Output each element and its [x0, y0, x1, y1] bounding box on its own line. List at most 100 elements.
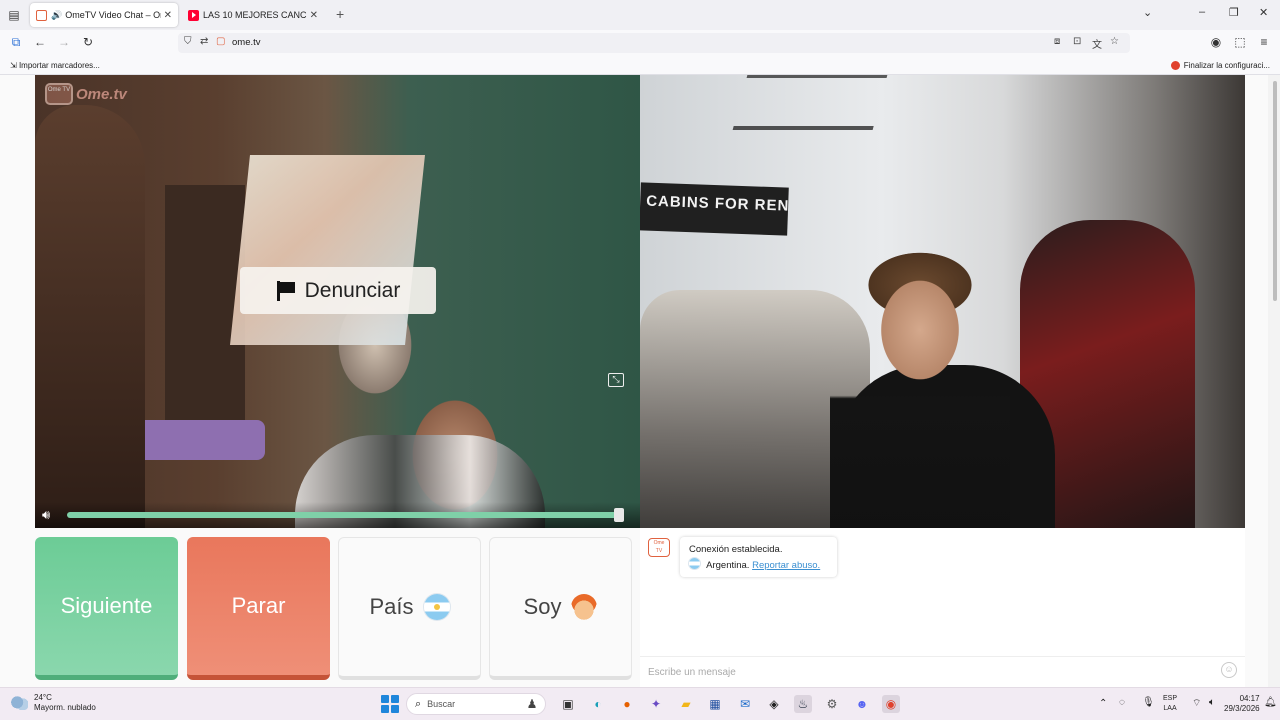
- volume-slider[interactable]: [67, 512, 621, 518]
- argentina-flag-icon: [423, 594, 450, 620]
- task-view-icon[interactable]: ▣: [559, 695, 577, 713]
- stop-label: Parar: [231, 593, 286, 618]
- ometv-chat-icon: Ome TV: [648, 538, 670, 557]
- import-icon: ⇲: [10, 61, 17, 70]
- report-abuse-link[interactable]: Reportar abuso.: [752, 560, 820, 571]
- tab-overflow-chevron-icon[interactable]: ⌄: [1143, 6, 1152, 19]
- finish-setup-label: Finalizar la configuraci...: [1183, 61, 1270, 70]
- gender-button[interactable]: Soy: [489, 537, 632, 680]
- steam-icon[interactable]: ♨: [794, 695, 812, 713]
- weather-widget[interactable]: 24°C Mayorm. nublado: [10, 693, 96, 713]
- tab-ometv[interactable]: 🔊 OmeTV Video Chat – Ome ✕: [30, 3, 178, 27]
- tab-list-icon[interactable]: ▤: [6, 7, 22, 23]
- picture-in-picture-icon[interactable]: ⧈: [1054, 36, 1060, 47]
- report-button[interactable]: Denunciar: [240, 267, 436, 314]
- tab-title: OmeTV Video Chat – Ome: [65, 10, 161, 20]
- permissions-icon[interactable]: ⇄: [200, 36, 208, 47]
- report-label: Denunciar: [304, 278, 401, 302]
- close-tab-icon[interactable]: ✕: [310, 10, 318, 21]
- url-text[interactable]: ome.tv: [232, 37, 261, 48]
- bookmarks-bar: ⇲ Importar marcadores... Finalizar la co…: [0, 56, 1280, 75]
- chat-panel: Ome TV Conexión establecida. Argentina. R…: [640, 528, 1245, 687]
- import-bookmarks-label: Importar marcadores...: [18, 61, 100, 70]
- discord-icon[interactable]: ☻: [853, 695, 871, 713]
- wifi-icon[interactable]: ⌔: [1192, 697, 1201, 710]
- partner-video[interactable]: Ome TV Ome.tv Denunciar ⤡: [35, 75, 640, 528]
- message-input-area: ☺: [640, 656, 1245, 686]
- reader-view-icon[interactable]: ⊡: [1073, 36, 1081, 47]
- back-icon[interactable]: ←: [32, 35, 48, 49]
- file-explorer-icon[interactable]: ▰: [677, 695, 695, 713]
- shield-icon[interactable]: ⛉: [184, 36, 192, 47]
- start-button[interactable]: [381, 695, 399, 713]
- boy-icon: [571, 594, 598, 620]
- site-favicon-icon: ▢: [216, 36, 226, 47]
- volume-icon[interactable]: 🔊︎: [42, 507, 50, 523]
- menu-icon[interactable]: ≡: [1256, 35, 1272, 49]
- close-window-icon[interactable]: ✕: [1259, 6, 1268, 19]
- language-indicator[interactable]: ESP LAA: [1163, 694, 1177, 714]
- volume-slider-thumb[interactable]: [614, 508, 624, 522]
- firefox-icon: [1170, 61, 1180, 70]
- next-label: Siguiente: [60, 593, 153, 618]
- tab-title: LAS 10 MEJORES CANCIONES D: [203, 10, 307, 20]
- forward-icon[interactable]: →: [56, 35, 72, 49]
- clock[interactable]: 04:17 29/3/2026: [1224, 694, 1260, 714]
- language-top: ESP: [1163, 695, 1178, 702]
- tray-chevron-icon[interactable]: ⌃: [1099, 698, 1107, 709]
- flag-icon: [276, 280, 296, 301]
- new-tab-icon[interactable]: +: [336, 6, 344, 22]
- figure-icon[interactable]: ♟: [523, 695, 541, 713]
- volume-tray-icon[interactable]: 🔈︎: [1209, 697, 1215, 708]
- translate-icon[interactable]: 文: [1092, 36, 1102, 51]
- app-icon[interactable]: ◈: [765, 695, 783, 713]
- video-scene: [230, 155, 425, 345]
- clock-time: 04:17: [1239, 694, 1260, 703]
- ometv-logo: Ome TV Ome.tv: [45, 83, 127, 105]
- expand-video-icon[interactable]: ⤡: [608, 373, 624, 387]
- page-scrollbar[interactable]: [1268, 75, 1280, 687]
- country-filter-button[interactable]: País: [338, 537, 481, 680]
- microphone-icon[interactable]: 🎙︎: [1142, 697, 1155, 708]
- ometv-logo-badge: Ome TV: [45, 83, 73, 105]
- video-scene: [35, 105, 145, 528]
- speaker-icon[interactable]: 🔊: [51, 10, 62, 21]
- copilot-icon[interactable]: ✦: [647, 695, 665, 713]
- close-tab-icon[interactable]: ✕: [164, 10, 172, 21]
- ometv-favicon-icon: [36, 9, 47, 21]
- network-icon[interactable]: ◌: [1119, 697, 1125, 708]
- extensions-icon[interactable]: ⬚: [1232, 35, 1248, 49]
- stop-button[interactable]: Parar: [187, 537, 330, 680]
- sidebar-toggle-icon[interactable]: ⧉: [8, 35, 24, 50]
- clock-date: 29/3/2026: [1224, 704, 1260, 713]
- finish-setup-link[interactable]: Finalizar la configuraci...: [1170, 61, 1270, 70]
- weather-temp: 24°C: [34, 693, 52, 702]
- video-scene-sign: CABINS FOR RENT: [640, 182, 789, 236]
- message-input[interactable]: [648, 663, 1208, 681]
- firefox-taskbar-icon[interactable]: ●: [618, 695, 636, 713]
- ometv-logo-text: Ome.tv: [76, 85, 127, 103]
- account-icon[interactable]: ◉: [1208, 35, 1224, 49]
- connection-status: Conexión establecida.: [689, 544, 783, 555]
- bookmark-star-icon[interactable]: ☆: [1110, 36, 1119, 47]
- weather-desc: Mayorm. nublado: [34, 703, 96, 712]
- store-icon[interactable]: ▦: [706, 695, 724, 713]
- emoji-icon[interactable]: ☺: [1221, 662, 1237, 678]
- import-bookmarks-link[interactable]: ⇲ Importar marcadores...: [10, 61, 100, 70]
- scrollbar-thumb[interactable]: [1273, 81, 1277, 301]
- firefox-active-icon[interactable]: ◉: [882, 695, 900, 713]
- video-scene: [135, 420, 265, 460]
- edge-icon[interactable]: ◐: [589, 695, 607, 713]
- reload-icon[interactable]: ↻: [80, 35, 96, 49]
- country-label: País: [369, 594, 414, 619]
- next-button[interactable]: Siguiente: [35, 537, 178, 680]
- tab-youtube[interactable]: LAS 10 MEJORES CANCIONES D ✕: [182, 3, 324, 27]
- settings-gear-icon[interactable]: ⚙: [823, 695, 841, 713]
- address-bar[interactable]: ⛉ ⇄ ▢ ome.tv ⧈ ⊡ 文 ☆: [178, 33, 1130, 53]
- notification-icon[interactable]: 🔔︎: [1264, 697, 1277, 708]
- video-scene: [165, 185, 245, 425]
- taskbar: 24°C Mayorm. nublado ⌕ Buscar ♟ ▣ ◐ ● ✦ …: [0, 687, 1280, 720]
- outlook-icon[interactable]: ✉: [736, 695, 754, 713]
- minimize-icon[interactable]: –: [1199, 6, 1205, 18]
- restore-icon[interactable]: ❐: [1229, 6, 1239, 19]
